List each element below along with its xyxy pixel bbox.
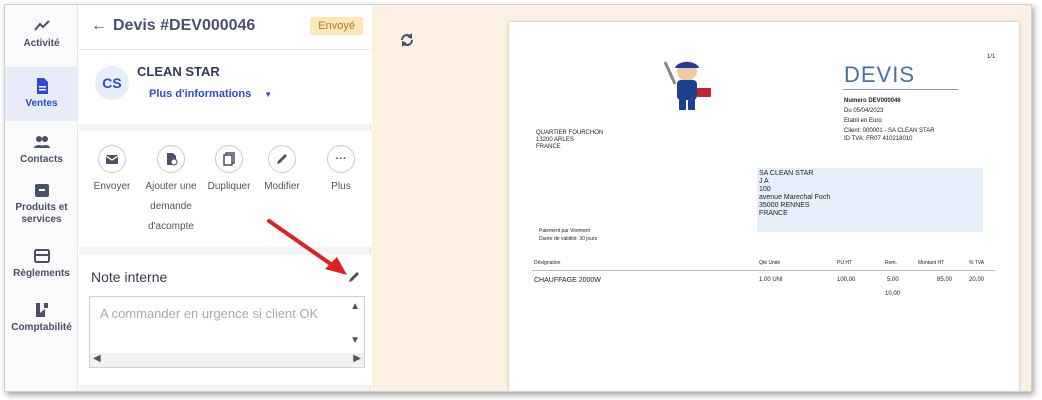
back-arrow-icon[interactable]: ← — [91, 17, 107, 34]
sender-line: QUARTIER FOURCHON — [536, 130, 604, 136]
app-window: Activité Ventes Contacts Produits et ser… — [4, 4, 1032, 392]
product-icon — [34, 184, 49, 197]
status-badge: Envoyé — [310, 17, 363, 35]
more-info-label: Plus d'informations — [149, 88, 252, 100]
row-rem: 5,00 — [887, 277, 899, 283]
col-qty: Qté Unité — [759, 260, 781, 266]
row-rem-extra: 10,00 — [885, 291, 901, 297]
internal-note-field[interactable]: A commander en urgence si client OK ▲ ▼ … — [89, 296, 365, 368]
contacts-icon — [33, 136, 50, 148]
duplicate-label: Dupliquer — [207, 181, 251, 192]
nav-item-produits[interactable]: Produits et services — [5, 181, 78, 237]
edit-label: Modifier — [264, 181, 300, 192]
deposit-request-button[interactable]: Ajouter une demande d'acompte — [137, 145, 205, 237]
page-number: 1/1 — [987, 54, 996, 60]
col-tva: % TVA — [969, 260, 985, 266]
edit-button[interactable]: Modifier — [259, 145, 305, 197]
scroll-down-icon[interactable]: ▼ — [350, 335, 360, 346]
nav-item-comptabilite[interactable]: Comptabilité — [5, 301, 78, 341]
document-title: DEVIS — [844, 62, 916, 87]
nav-label: Produits et services — [15, 202, 68, 225]
recipient-line: avenue Marechal Foch — [759, 194, 831, 201]
document-icon — [36, 78, 48, 94]
recipient-line: 35000 RENNES — [759, 202, 810, 209]
devis-number: Devis #DEV000046 — [113, 17, 256, 34]
sender-line: 13200 ARLES — [536, 137, 574, 143]
divider — [79, 49, 371, 50]
recipient-line: FRANCE — [759, 210, 788, 217]
duplicate-icon — [215, 145, 243, 173]
nav-item-contacts[interactable]: Contacts — [5, 133, 78, 173]
scroll-left-icon[interactable]: ◀ — [93, 353, 101, 364]
horizontal-scrollbar[interactable]: ◀ ▶ — [90, 353, 364, 367]
recipient-box: SA CLEAN STAR J A 100 avenue Marechal Fo… — [757, 168, 983, 232]
doc-currency: Etabli en Euro — [844, 118, 882, 124]
duplicate-button[interactable]: Dupliquer — [203, 145, 255, 197]
doc-client-ref: Client: 000001 - SA CLEAN STAR — [844, 128, 935, 134]
nav-item-activite[interactable]: Activité — [5, 17, 78, 63]
col-rem: Rem. — [885, 260, 897, 266]
card-icon — [33, 249, 50, 263]
row-tva: 20,00 — [969, 277, 985, 283]
payment-mode: Paiement par Virement — [539, 228, 591, 234]
nav-item-ventes[interactable]: Ventes — [5, 67, 78, 121]
doc-date: Du 05/04/2023 — [844, 108, 884, 114]
col-pu: PU HT — [837, 260, 852, 266]
nav-label: Ventes — [25, 98, 58, 109]
more-info-button[interactable]: Plus d'informations ▼ — [149, 88, 272, 100]
avatar: CS — [95, 66, 129, 100]
scroll-right-icon[interactable]: ▶ — [353, 353, 361, 364]
activity-icon — [33, 20, 50, 31]
row-designation: CHAUFFAGE 2000W — [534, 277, 601, 284]
recipient-line: J A — [759, 178, 769, 185]
more-icon: ··· — [327, 145, 355, 173]
caret-down-icon: ▼ — [264, 90, 273, 99]
send-label: Envoyer — [93, 181, 131, 192]
nav-label: Règlements — [13, 268, 70, 279]
note-text: A commander en urgence si client OK — [100, 306, 319, 321]
nav-label: Contacts — [20, 154, 63, 165]
note-title: Note interne — [91, 269, 168, 285]
send-button[interactable]: Envoyer — [89, 145, 135, 197]
title-underline — [843, 89, 958, 90]
page-title: ← Devis #DEV000046 — [91, 17, 255, 35]
deposit-icon — [157, 145, 185, 173]
nav-item-reglements[interactable]: Règlements — [5, 247, 78, 287]
scroll-up-icon[interactable]: ▲ — [350, 301, 360, 312]
table-header-line — [532, 270, 995, 271]
row-montant: 85,00 — [937, 277, 953, 283]
devis-header-card: ← Devis #DEV000046 Envoyé CS CLEAN STAR P… — [79, 5, 371, 124]
more-label: Plus — [331, 181, 351, 192]
row-pu: 100,00 — [837, 277, 856, 283]
validity: Durée de validité: 30 jours — [539, 236, 598, 242]
deposit-label: Ajouter une demande d'acompte — [145, 181, 197, 232]
doc-number: Numero DEV000046 — [844, 98, 901, 104]
sender-line: FRANCE — [536, 144, 561, 150]
annotation-arrow-icon — [267, 219, 347, 275]
col-montant: Montant HT — [918, 260, 945, 266]
refresh-icon[interactable] — [398, 31, 416, 49]
accounting-icon — [35, 303, 48, 317]
doc-tva-id: ID TVA: FR07 410218010 — [844, 136, 913, 142]
mail-icon — [98, 145, 126, 173]
devis-panel: ← Devis #DEV000046 Envoyé CS CLEAN STAR P… — [79, 5, 371, 391]
company-logo-icon — [663, 61, 711, 110]
recipient-line: 100 — [759, 186, 771, 193]
recipient-line: SA CLEAN STAR — [759, 170, 814, 177]
document-preview: 1/1 DEVIS Numero DEV000046 Du 05/04/2023… — [372, 5, 1031, 391]
devis-page: 1/1 DEVIS Numero DEV000046 Du 05/04/2023… — [509, 22, 1019, 391]
row-qty: 1,00 UNI — [759, 277, 783, 283]
pencil-icon — [268, 145, 296, 173]
client-name: CLEAN STAR — [137, 64, 220, 79]
nav-label: Comptabilité — [11, 322, 72, 333]
nav-label: Activité — [23, 38, 60, 49]
col-designation: Désignation — [534, 260, 561, 266]
sidebar-nav: Activité Ventes Contacts Produits et ser… — [5, 5, 78, 391]
more-button[interactable]: ··· Plus — [321, 145, 361, 197]
